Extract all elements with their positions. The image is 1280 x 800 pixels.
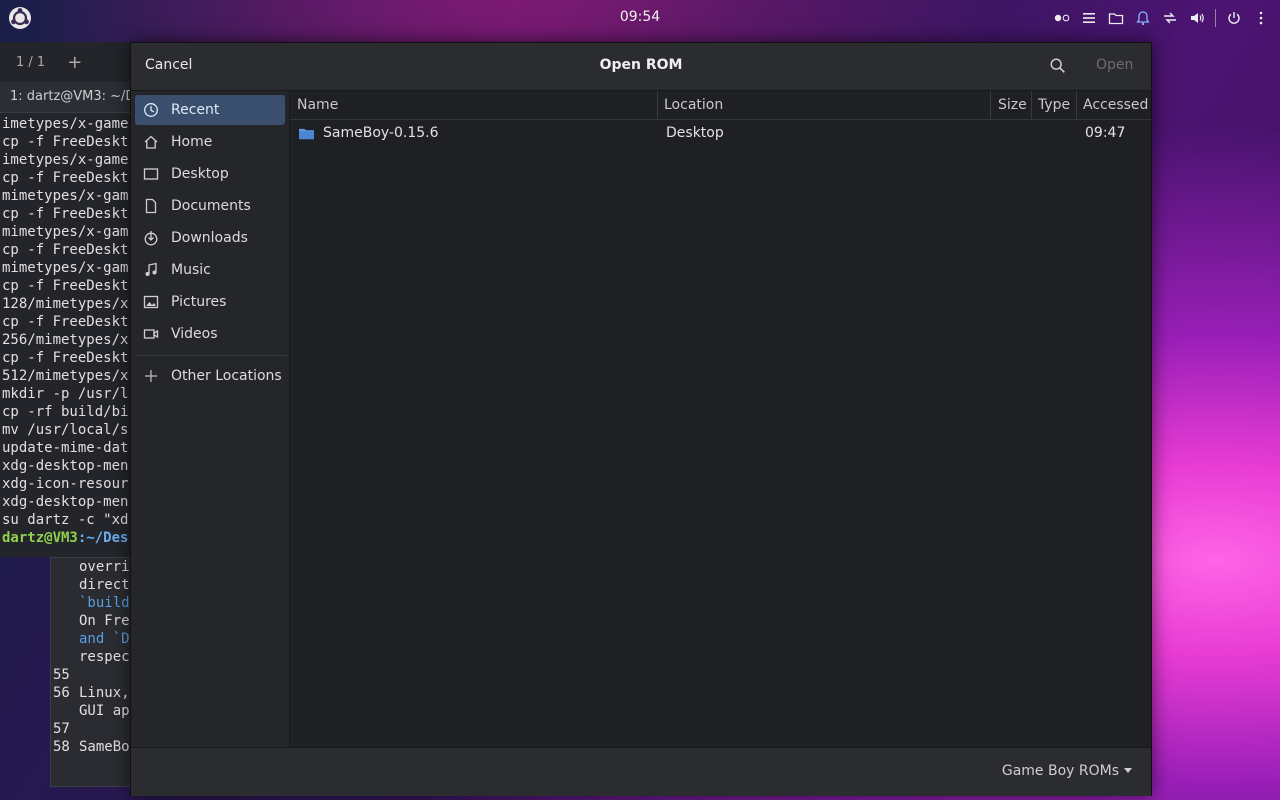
sidebar-item-pictures[interactable]: Pictures bbox=[135, 287, 285, 317]
sidebar-item-label: Recent bbox=[171, 102, 220, 118]
line-number: 58 bbox=[53, 739, 70, 755]
column-divider bbox=[990, 91, 991, 119]
sidebar-item-label: Other Locations bbox=[171, 368, 282, 384]
desktop-icon bbox=[143, 166, 159, 182]
line-number: 56 bbox=[53, 685, 70, 701]
file-location: Desktop bbox=[666, 125, 724, 141]
sidebar-item-label: Music bbox=[171, 262, 211, 278]
prompt-user: dartz@VM3 bbox=[2, 530, 78, 546]
home-icon bbox=[143, 134, 159, 150]
column-divider bbox=[657, 91, 658, 119]
sidebar-item-label: Desktop bbox=[171, 166, 229, 182]
dialog-title: Open ROM bbox=[599, 57, 683, 73]
line-text: Linux, bbox=[79, 685, 130, 701]
file-name: SameBoy-0.15.6 bbox=[323, 125, 439, 141]
notification-bell-icon[interactable] bbox=[1134, 9, 1152, 27]
file-accessed: 09:47 bbox=[1085, 125, 1126, 141]
menu-lines-icon[interactable] bbox=[1080, 9, 1098, 27]
line-text: direct bbox=[79, 577, 130, 593]
column-header-location[interactable]: Location bbox=[664, 97, 723, 113]
folder-tray-icon[interactable] bbox=[1107, 9, 1125, 27]
line-text: `build bbox=[79, 595, 130, 611]
sidebar-item-recent[interactable]: Recent bbox=[135, 95, 285, 125]
folder-icon bbox=[298, 126, 315, 145]
tray-separator bbox=[1215, 9, 1216, 27]
sidebar-item-label: Pictures bbox=[171, 294, 227, 310]
sidebar-item-other-locations[interactable]: Other Locations bbox=[135, 361, 285, 391]
column-divider bbox=[1076, 91, 1077, 119]
prompt-path: :~/Des bbox=[77, 530, 129, 546]
top-panel: 09:54 bbox=[0, 0, 1280, 36]
column-header-type[interactable]: Type bbox=[1038, 97, 1070, 113]
sidebar-item-desktop[interactable]: Desktop bbox=[135, 159, 285, 189]
sidebar-item-label: Videos bbox=[171, 326, 218, 342]
sidebar-item-label: Downloads bbox=[171, 230, 248, 246]
column-header-accessed[interactable]: Accessed bbox=[1083, 97, 1148, 113]
tab-counter[interactable]: 1 / 1 bbox=[16, 55, 45, 70]
places-sidebar: Other Locations Recent Home Desktop Documen… bbox=[131, 91, 290, 747]
sidebar-item-home[interactable]: Home bbox=[135, 127, 285, 157]
volume-icon[interactable] bbox=[1188, 9, 1206, 27]
document-icon bbox=[143, 198, 159, 214]
line-text: GUI ap bbox=[79, 703, 130, 719]
picture-icon bbox=[143, 294, 159, 310]
filter-label: Game Boy ROMs bbox=[1001, 763, 1119, 779]
chevron-down-icon bbox=[1123, 763, 1133, 779]
dialog-footer: Game Boy ROMs bbox=[131, 747, 1151, 796]
column-header-name[interactable]: Name bbox=[297, 97, 338, 113]
open-rom-dialog: Cancel Open ROM Open Other Locations Rec… bbox=[130, 42, 1152, 796]
sidebar-item-label: Documents bbox=[171, 198, 251, 214]
line-text: respec bbox=[79, 649, 130, 665]
system-tray bbox=[1053, 8, 1270, 28]
column-header-size[interactable]: Size bbox=[998, 97, 1027, 113]
file-row[interactable]: SameBoy-0.15.6 Desktop 09:47 bbox=[290, 120, 1151, 148]
plus-icon bbox=[143, 368, 159, 384]
line-number: 57 bbox=[53, 721, 70, 737]
line-text: and `D bbox=[79, 631, 130, 647]
column-headers: Name Location Size Type Accessed bbox=[290, 91, 1151, 120]
download-icon bbox=[143, 230, 159, 246]
clock-icon bbox=[143, 102, 159, 118]
power-icon[interactable] bbox=[1225, 9, 1243, 27]
line-text: SameBo bbox=[79, 739, 130, 755]
file-list: Name Location Size Type Accessed SameBoy… bbox=[290, 91, 1151, 747]
column-divider bbox=[1031, 91, 1032, 119]
dialog-header: Cancel Open ROM Open bbox=[131, 43, 1151, 91]
line-text: overri bbox=[79, 559, 130, 575]
sidebar-item-documents[interactable]: Documents bbox=[135, 191, 285, 221]
network-icon[interactable] bbox=[1161, 9, 1179, 27]
video-icon bbox=[143, 326, 159, 342]
sidebar-item-downloads[interactable]: Downloads bbox=[135, 223, 285, 253]
sidebar-separator bbox=[135, 355, 287, 356]
open-button[interactable]: Open bbox=[1096, 57, 1133, 73]
search-icon[interactable] bbox=[1049, 57, 1069, 77]
sidebar-item-videos[interactable]: Videos bbox=[135, 319, 285, 349]
line-text: On Fre bbox=[79, 613, 130, 629]
add-tab-icon[interactable]: + bbox=[67, 52, 82, 73]
line-number: 55 bbox=[53, 667, 70, 683]
sidebar-item-label: Home bbox=[171, 134, 213, 150]
workspace-indicator-icon[interactable] bbox=[1053, 9, 1071, 27]
file-type-filter[interactable]: Game Boy ROMs bbox=[1002, 763, 1133, 779]
music-icon bbox=[143, 262, 159, 278]
sidebar-item-music[interactable]: Music bbox=[135, 255, 285, 285]
more-options-icon[interactable] bbox=[1252, 9, 1270, 27]
